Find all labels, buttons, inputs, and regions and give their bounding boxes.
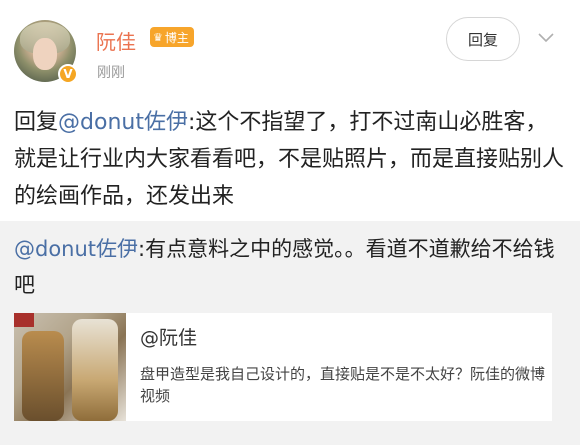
post-header: V 阮佳 ♛ 博主 刚刚 回复 xyxy=(0,0,580,96)
thumbnail-red-accent xyxy=(14,313,34,327)
post-time: 刚刚 xyxy=(97,65,125,81)
post-text: 回复@donut佐伊:这个不指望了，打不过南山必胜客，就是让行业内大家看看吧，不… xyxy=(14,104,566,215)
thumbnail-armor-left xyxy=(22,331,64,421)
blogger-badge-label: 博主 xyxy=(164,30,189,45)
card-title[interactable]: @阮佳 xyxy=(140,323,197,350)
quoted-post[interactable]: @donut佐伊:有点意料之中的感觉。。看道不道歉给不给钱吧 @阮佳 盘甲造型是… xyxy=(0,221,580,445)
mention-link[interactable]: @donut佐伊 xyxy=(58,110,188,135)
thumbnail-armor-right xyxy=(72,319,118,421)
blogger-badge: ♛ 博主 xyxy=(150,27,194,47)
crown-icon: ♛ xyxy=(153,30,163,44)
author-name[interactable]: 阮佳 xyxy=(96,26,136,55)
quoted-text: @donut佐伊:有点意料之中的感觉。。看道不道歉给不给钱吧 xyxy=(14,231,566,303)
card-description: 盘甲造型是我自己设计的，直接贴是不是不太好？阮佳的微博视频 xyxy=(140,365,546,405)
chevron-down-icon[interactable] xyxy=(537,28,555,46)
quoted-mention-link[interactable]: @donut佐伊 xyxy=(14,237,138,261)
avatar-face xyxy=(33,38,57,70)
video-thumbnail[interactable] xyxy=(14,313,126,421)
reply-prefix: 回复 xyxy=(14,110,59,135)
verified-v-icon: V xyxy=(58,64,78,84)
video-card[interactable]: @阮佳 盘甲造型是我自己设计的，直接贴是不是不太好？阮佳的微博视频 xyxy=(14,313,552,421)
reply-button[interactable]: 回复 xyxy=(446,17,520,61)
